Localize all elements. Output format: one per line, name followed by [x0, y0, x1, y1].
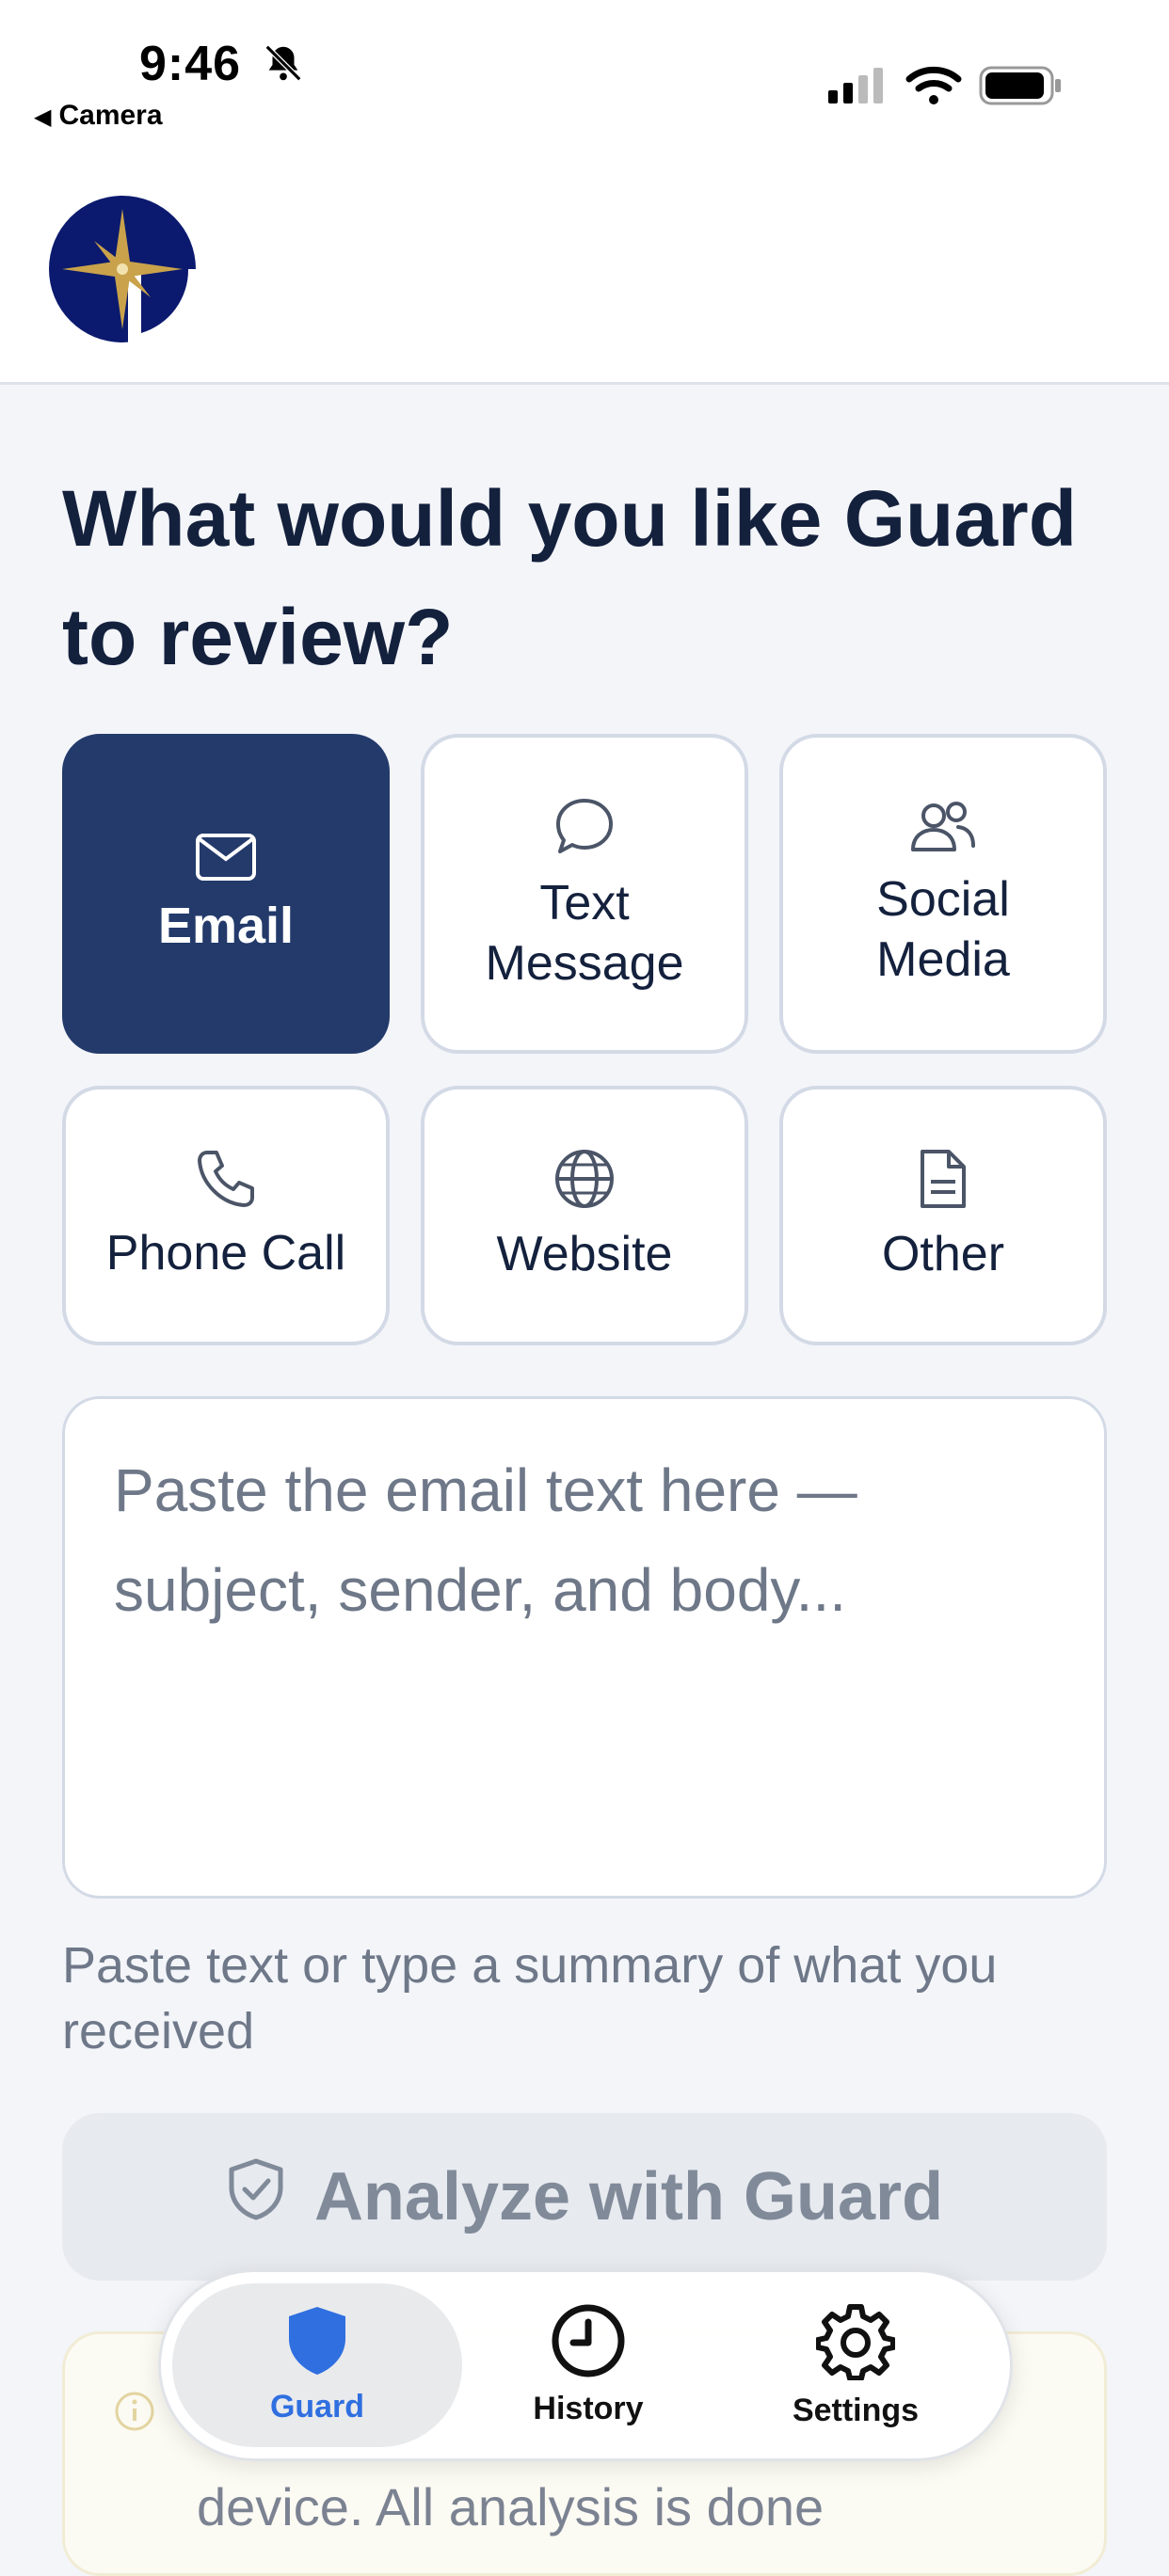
gear-icon: [815, 2301, 896, 2385]
option-label: Email: [157, 897, 295, 954]
option-other[interactable]: Other: [779, 1086, 1107, 1345]
info-icon: [114, 2391, 155, 2437]
option-label: Website: [496, 1226, 673, 1281]
analyze-label: Analyze with Guard: [313, 2159, 944, 2234]
app-header: [0, 151, 1169, 385]
tab-label: Settings: [792, 2393, 920, 2428]
option-social-media[interactable]: Social Media: [779, 734, 1107, 1054]
tab-bar: Guard History Settings: [158, 2269, 1013, 2461]
option-phone-call[interactable]: Phone Call: [62, 1086, 390, 1345]
phone-icon: [196, 1149, 256, 1214]
back-to-camera-link[interactable]: ◀ Camera: [34, 100, 163, 132]
tab-label: History: [533, 2391, 644, 2426]
input-placeholder: Paste the email text here — subject, sen…: [114, 1456, 857, 1624]
clock-icon: [551, 2303, 626, 2383]
shield-check-icon: [226, 2157, 286, 2237]
tab-guard[interactable]: Guard: [172, 2283, 462, 2447]
tab-settings[interactable]: Settings: [711, 2283, 1001, 2447]
back-label: Camera: [58, 100, 163, 131]
option-label: Phone Call: [105, 1225, 346, 1280]
option-text-message[interactable]: Text Message: [421, 734, 748, 1054]
wifi-icon: [905, 64, 962, 110]
option-label: Text Message: [485, 875, 684, 991]
people-icon: [909, 799, 977, 860]
globe-icon: [553, 1148, 616, 1215]
battery-icon: [979, 66, 1064, 110]
option-label: Other: [881, 1226, 1005, 1281]
analyze-button[interactable]: Analyze with Guard: [62, 2113, 1107, 2281]
shield-icon: [287, 2305, 347, 2381]
status-bar: 9:46 ◀ Camera: [0, 0, 1169, 151]
mail-icon: [195, 833, 257, 886]
page-title: What would you like Guard to review?: [62, 474, 1078, 681]
tab-label: Guard: [269, 2389, 365, 2425]
option-email[interactable]: Email: [62, 734, 390, 1054]
chat-bubble-icon: [552, 795, 617, 864]
document-icon: [917, 1148, 969, 1215]
status-time: 9:46: [139, 37, 242, 91]
input-hint: Paste text or type a summary of what you…: [62, 1937, 998, 2059]
cellular-signal-icon: [828, 66, 889, 108]
compass-g-logo-icon: [47, 192, 201, 351]
notice-text: device. All analysis is done: [197, 2477, 825, 2536]
tab-history[interactable]: History: [443, 2283, 733, 2447]
option-label: Social Media: [876, 871, 1010, 987]
bell-slash-icon: [262, 41, 305, 89]
back-arrow-icon: ◀: [34, 104, 52, 130]
option-website[interactable]: Website: [421, 1086, 748, 1345]
review-text-input[interactable]: Paste the email text here — subject, sen…: [62, 1396, 1107, 1899]
